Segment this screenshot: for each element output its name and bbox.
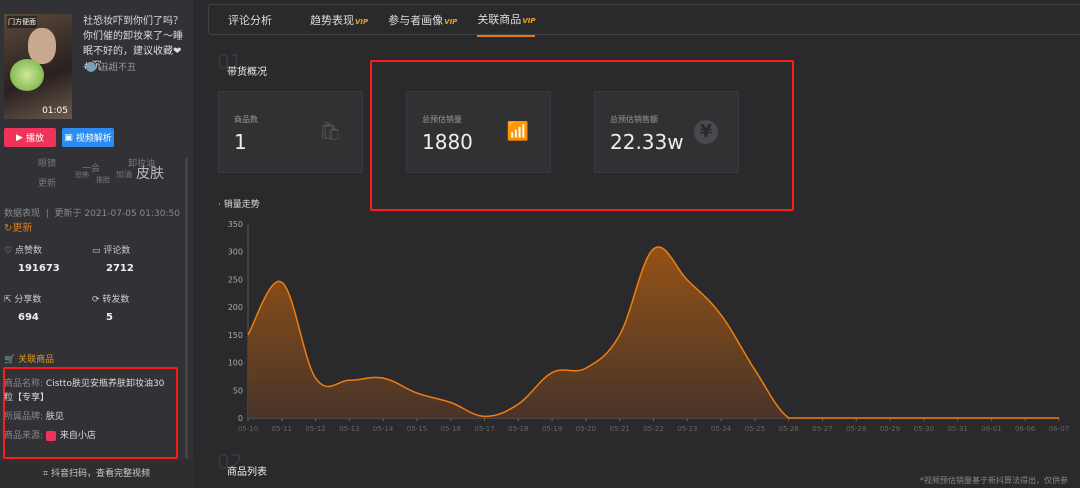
- x-tick-label: 06-01: [981, 425, 1001, 433]
- x-tick-label: 05-14: [373, 425, 394, 433]
- y-tick-label: 250: [228, 275, 243, 284]
- y-tick-label: 100: [228, 359, 243, 368]
- x-tick-label: 06-06: [1015, 425, 1036, 433]
- x-tick-label: 05-20: [576, 425, 596, 433]
- section-title: 商品列表: [227, 467, 267, 478]
- x-tick-label: 05-12: [305, 425, 325, 433]
- x-tick-label: 05-17: [474, 425, 494, 433]
- x-tick-label: 05-29: [880, 425, 900, 433]
- x-tick-label: 05-11: [272, 425, 292, 433]
- x-tick-label: 05-28: [846, 425, 866, 433]
- y-tick-label: 50: [233, 386, 243, 395]
- x-tick-label: 05-31: [947, 425, 967, 433]
- y-tick-label: 300: [228, 248, 243, 257]
- y-tick-label: 350: [228, 220, 243, 229]
- x-tick-label: 05-25: [745, 425, 765, 433]
- x-tick-label: 06-07: [1049, 425, 1069, 433]
- x-tick-label: 05-15: [407, 425, 427, 433]
- x-tick-label: 05-24: [711, 425, 732, 433]
- y-tick-label: 200: [228, 303, 243, 312]
- x-tick-label: 05-26: [778, 425, 799, 433]
- x-tick-label: 05-23: [677, 425, 697, 433]
- x-tick-label: 05-13: [339, 425, 359, 433]
- footnote: *视频预估销量基于新抖算法得出，仅供参: [920, 476, 1068, 485]
- x-tick-label: 05-10: [238, 425, 258, 433]
- x-tick-label: 05-19: [542, 425, 562, 433]
- x-tick-label: 05-21: [610, 425, 630, 433]
- y-tick-label: 0: [238, 414, 243, 423]
- y-tick-label: 150: [228, 331, 243, 340]
- x-tick-label: 05-27: [812, 425, 832, 433]
- x-tick-label: 05-16: [441, 425, 462, 433]
- sales-area: [248, 246, 1059, 418]
- sales-trend-chart: 0 50 100 150 200 250 300 350 05-10 05-11 05-12 05-1…: [228, 220, 1069, 433]
- x-tick-label: 05-30: [914, 425, 934, 433]
- x-tick-label: 05-22: [643, 425, 663, 433]
- x-tick-label: 05-18: [508, 425, 528, 433]
